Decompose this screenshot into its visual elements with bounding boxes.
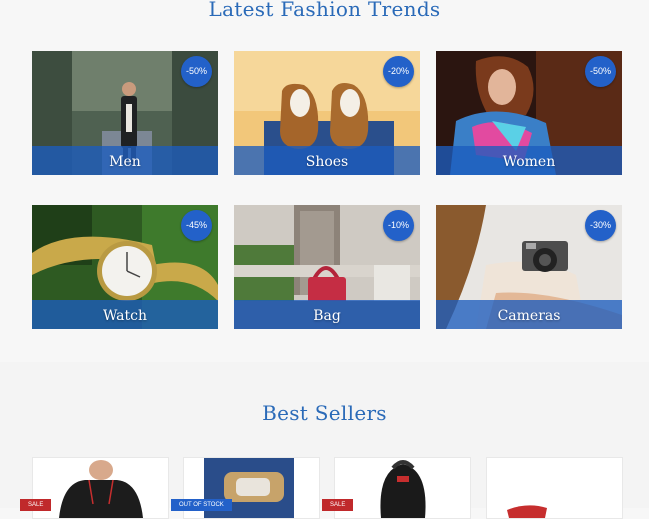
discount-badge: -30% xyxy=(585,210,616,241)
category-label-watch: Watch xyxy=(102,308,147,324)
sale-tag: SALE xyxy=(322,499,354,511)
discount-badge: -20% xyxy=(383,56,414,87)
backpack-thumb xyxy=(380,460,426,518)
section-title-best-sellers: Best Sellers xyxy=(262,401,387,425)
section-title-latest-fashion-trends: Latest Fashion Trends xyxy=(208,0,441,21)
sale-tag: SALE xyxy=(20,499,52,511)
category-card-men[interactable]: Men -50% xyxy=(32,51,218,175)
category-card-bag[interactable]: Bag -10% xyxy=(234,205,420,329)
product-card-backpack[interactable] xyxy=(334,457,471,519)
hoodie-thumb xyxy=(59,460,143,518)
category-label-men: Men xyxy=(109,154,141,170)
out-of-stock-tag: OUT OF STOCK xyxy=(171,499,232,511)
product-thumb xyxy=(507,505,547,518)
product-card-hoodie[interactable] xyxy=(32,457,169,519)
category-label-women: Women xyxy=(502,154,556,170)
discount-badge: -50% xyxy=(181,56,212,87)
category-card-cameras[interactable]: Cameras -30% xyxy=(436,205,622,329)
category-card-women[interactable]: Women -50% xyxy=(436,51,622,175)
discount-badge: -10% xyxy=(383,210,414,241)
category-label-cameras: Cameras xyxy=(497,308,561,324)
category-label-bag: Bag xyxy=(313,308,341,324)
category-card-watch[interactable]: Watch -45% xyxy=(32,205,218,329)
discount-badge: -50% xyxy=(585,56,616,87)
category-card-shoes[interactable]: Shoes -20% xyxy=(234,51,420,175)
discount-badge: -45% xyxy=(181,210,212,241)
product-card-item-4[interactable] xyxy=(486,457,623,519)
category-label-shoes: Shoes xyxy=(305,154,349,170)
